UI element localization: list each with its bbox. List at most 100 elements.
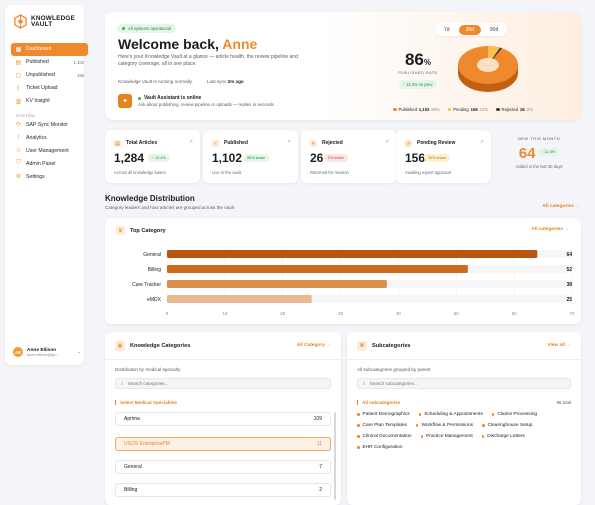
- logo-line-2: VAULT: [31, 20, 53, 28]
- check-circle-icon: ✓: [212, 140, 219, 147]
- sidebar-item-admin-panel[interactable]: ⛉ Admin Panel: [11, 158, 88, 171]
- stat-footnote: Awaiting expert approval: [405, 170, 451, 175]
- list-item-selected[interactable]: USOS EnterprisePM 11: [115, 437, 331, 451]
- stat-title: Pending Review: [417, 140, 456, 146]
- range-30d[interactable]: 30d: [458, 24, 481, 35]
- donut-legend: Published 1,102 86% Pending 156 12% Reje…: [393, 107, 533, 112]
- subcategory-chip[interactable]: Practice Management: [420, 434, 473, 439]
- sidebar-item-label: Unpublished: [26, 72, 55, 79]
- subcategory-search-input[interactable]: [369, 381, 530, 386]
- arrow-up-right-icon: ↗: [479, 139, 484, 145]
- chip-label: Clinical Documentation: [362, 434, 412, 439]
- x-tick-label: 0: [166, 311, 169, 316]
- stat-footnote: Live in the vault: [212, 170, 242, 175]
- hero-subtitle: Here's your Knowledge Vault at a glance …: [118, 54, 298, 67]
- app-logo[interactable]: KNOWLEDGE VAULT: [13, 14, 75, 29]
- rate-value: 86: [404, 50, 424, 69]
- bar: [167, 265, 468, 273]
- list-item[interactable]: Billing 2: [115, 483, 331, 497]
- section-subtitle: Category leaders and how articles are gr…: [105, 205, 234, 210]
- sidebar-item-published[interactable]: ▤ Published 1,102: [11, 56, 88, 69]
- subcategory-chip[interactable]: Clearinghouse Setup: [482, 423, 532, 428]
- search-icon: ⌕: [121, 381, 124, 386]
- chip-label: Scheduling & Appointments: [424, 412, 483, 417]
- legend-pct: 2%: [526, 107, 533, 112]
- subcategory-chip[interactable]: EHR Configuration: [357, 445, 403, 450]
- sidebar-item-dashboard[interactable]: ▦ Dashboard: [11, 43, 88, 56]
- assistant-title-text: Vault Assistant is online: [144, 95, 202, 101]
- scrollbar[interactable]: [334, 412, 336, 500]
- category-name: Billing: [124, 487, 138, 493]
- sidebar-item-sap-sync[interactable]: ⟳ SAP Sync Monitor: [11, 119, 88, 132]
- all-category-link[interactable]: All Category →: [297, 343, 331, 348]
- stat-card-pending-review[interactable]: ◷ Pending Review ↗ 156 10% share Awaitin…: [396, 130, 491, 183]
- user-email: anne.ellison@gm...: [27, 352, 60, 357]
- subcategory-chips: Patient Demographics Scheduling & Appoin…: [357, 412, 575, 450]
- stat-value: 156: [405, 151, 426, 165]
- status-dot-icon: [122, 27, 125, 30]
- category-count: 2: [319, 487, 322, 493]
- folder-icon: ▦: [115, 341, 125, 351]
- legend-label: Published: [398, 107, 417, 112]
- category-search-input[interactable]: [127, 381, 288, 386]
- stat-title: Total Articles: [126, 140, 158, 146]
- assistant-icon: ✦: [118, 94, 132, 108]
- rate-unit: %: [423, 58, 432, 67]
- range-90d[interactable]: 90d: [483, 25, 505, 35]
- users-icon: ☺: [15, 147, 22, 154]
- category-name: USOS EnterprisePM: [124, 441, 170, 447]
- subcategory-chip[interactable]: Workflow & Permissions: [415, 423, 473, 428]
- top-category-bar-chart: 0 10 20 30 40 50 60 70 General 64 Billing 52 Care Tr…: [132, 246, 575, 316]
- sidebar-item-settings[interactable]: ⚙ Settings: [11, 171, 88, 184]
- sidebar-item-unpublished[interactable]: ▢ Unpublished 156: [11, 69, 88, 82]
- subcategory-chip[interactable]: Discharge Letters: [481, 434, 525, 439]
- last-sync-value: 2m ago: [227, 79, 244, 84]
- stat-footnote: Returned for revision: [310, 170, 349, 175]
- bar-value-label: 52: [566, 267, 572, 273]
- legend-published: Published 1,102 86%: [393, 107, 440, 112]
- subcategory-chip[interactable]: Patient Demographics: [357, 412, 410, 417]
- bullet-icon: [357, 435, 360, 438]
- list-item[interactable]: Aprima 109: [115, 412, 331, 426]
- sidebar-item-kv-insight[interactable]: ▥ KV Insight: [11, 95, 88, 108]
- bar: [167, 250, 538, 258]
- chevron-down-icon[interactable]: ⌄: [77, 349, 81, 355]
- subcategory-chip[interactable]: Claims Processing: [491, 412, 537, 417]
- sidebar-item-user-management[interactable]: ☺ User Management: [11, 145, 88, 158]
- welcome-prefix: Welcome back,: [118, 36, 219, 52]
- category-name: General: [124, 464, 142, 470]
- stat-value: 1,284: [114, 151, 145, 165]
- sidebar-nav: ▦ Dashboard ▤ Published 1,102 ▢ Unpublis…: [11, 43, 88, 184]
- knowledge-categories-panel: ▦ Knowledge Categories All Category → Di…: [105, 332, 341, 505]
- subcategory-chip[interactable]: Care Plan Templates: [357, 423, 407, 428]
- sidebar-item-ticket-upload[interactable]: ⇧ Ticket Upload: [11, 82, 88, 95]
- subcategory-chip[interactable]: Scheduling & Appointments: [418, 412, 483, 417]
- online-dot-icon: [138, 96, 141, 100]
- gear-icon: ⚙: [15, 174, 22, 181]
- view-all-link[interactable]: View all →: [547, 343, 571, 348]
- list-item[interactable]: General 7: [115, 460, 331, 474]
- welcome-user-name: Anne: [222, 36, 258, 52]
- bullet-icon: [357, 413, 360, 416]
- bullet-icon: [357, 424, 360, 427]
- assistant-card[interactable]: ✦ Vault Assistant is online Ask about pu…: [118, 94, 275, 108]
- panel-header: ⌘ Subcategories: [357, 341, 411, 351]
- subcategory-chip[interactable]: Clinical Documentation: [357, 434, 412, 439]
- sidebar-item-analytics[interactable]: ⌇ Analytics: [11, 132, 88, 145]
- legend-pct: 12%: [479, 107, 489, 112]
- subcategory-search: ⌕: [357, 378, 571, 389]
- category-count: 11: [316, 441, 322, 447]
- range-7d[interactable]: 7d: [437, 25, 457, 35]
- x-tick-label: 20: [280, 311, 285, 316]
- user-profile[interactable]: AE Anne Ellison anne.ellison@gm... ⌄: [13, 347, 81, 357]
- all-categories-link[interactable]: All categories →: [542, 204, 580, 209]
- stat-card-published[interactable]: ✓ Published ↗ 1,102 86% share Live in th…: [203, 130, 298, 183]
- assistant-title: Vault Assistant is online: [138, 95, 275, 101]
- bullet-icon: [357, 446, 360, 449]
- stat-card-rejected[interactable]: ✕ Rejected ↗ 26 2% share Returned for re…: [301, 130, 396, 183]
- stat-card-total-articles[interactable]: ▤ Total Articles ↗ 1,284 ↑ 12.4% Across …: [105, 130, 200, 183]
- subcategory-total: 96 total: [556, 400, 571, 405]
- panel-description: All subcategories grouped by parent: [357, 367, 431, 372]
- hero-meta: Knowledge Vault is running normally. Las…: [118, 79, 244, 84]
- clock-icon: ◷: [405, 140, 412, 147]
